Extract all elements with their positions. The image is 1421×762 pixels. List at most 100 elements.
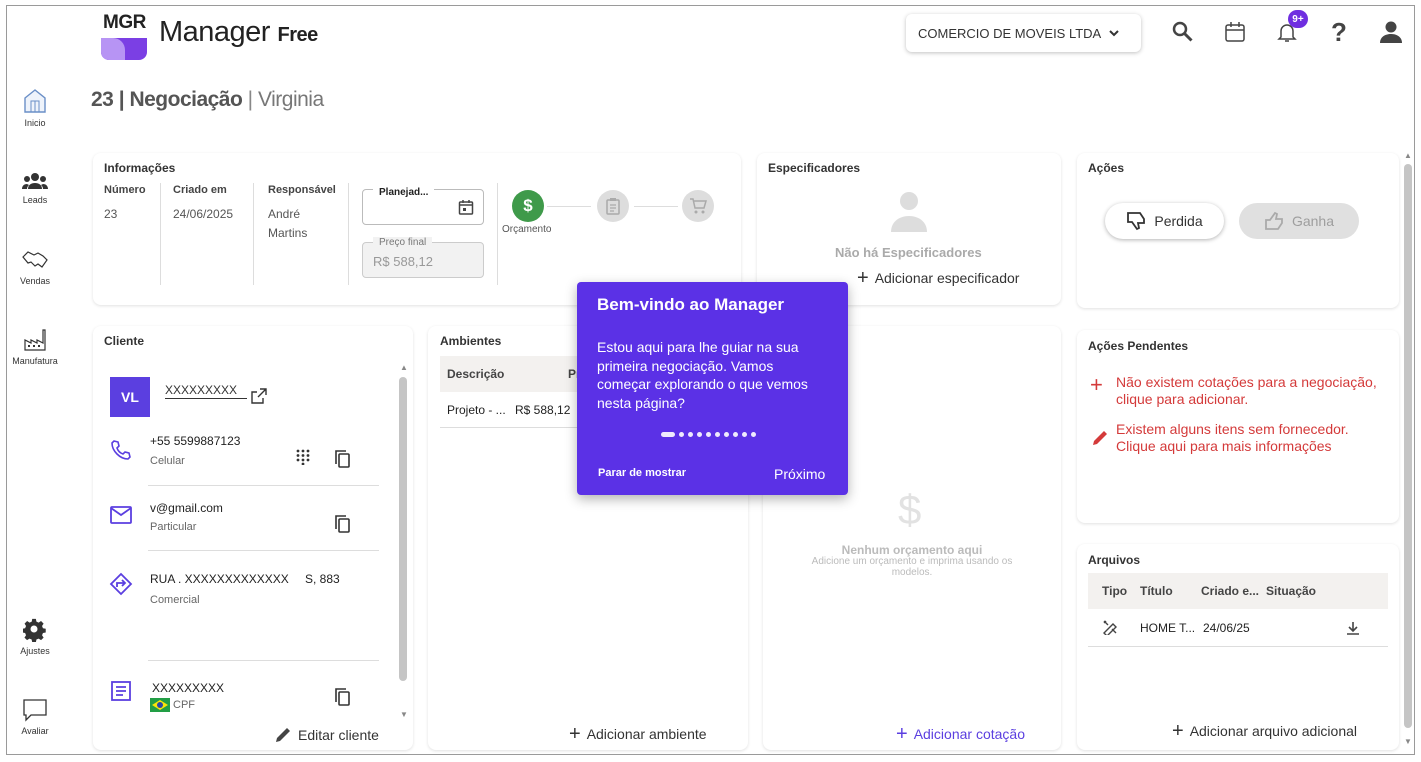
client-avatar: VL [110,377,150,417]
feedback-icon [23,699,47,722]
cliente-scrollbar[interactable] [399,377,407,681]
plus-icon: + [569,723,581,745]
logo-text: MGR [103,12,146,33]
sidebar-item-avaliar[interactable]: Avaliar [7,698,63,736]
app-logo[interactable]: MGR [97,10,151,60]
sidebar-item-label: Leads [22,195,48,205]
sidebar-item-leads[interactable]: Leads [7,171,63,205]
orcamento-empty-title: Nenhum orçamento aqui [841,543,983,557]
numero-label: Número [104,184,146,196]
ambientes-title: Ambientes [440,334,502,348]
col-tipo: Tipo [1102,584,1128,598]
client-email: v@gmail.com [150,501,223,515]
sidebar-item-manufatura[interactable]: Manufatura [7,328,63,366]
preco-final-field[interactable]: Preço final R$ 588,12 [362,237,484,278]
page-scroll-down[interactable]: ▼ [1404,737,1412,746]
perdida-button[interactable]: Perdida [1105,203,1224,239]
acoes-title: Ações [1088,161,1125,175]
row-titulo: HOME T... [1140,621,1196,635]
dollar-placeholder-icon: $ [898,486,922,533]
gear-icon [23,618,46,642]
calendar-icon [458,200,474,215]
plus-icon: + [1172,720,1184,742]
dialpad-icon[interactable] [296,449,310,465]
client-doc: XXXXXXXXX [152,681,225,695]
pending-item-fornecedor[interactable]: Existem alguns itens sem fornecedor. Cli… [1116,421,1392,455]
step-orcamento[interactable]: $ [512,190,544,222]
client-email-type: Particular [150,521,197,533]
page-scroll-up[interactable]: ▲ [1404,151,1412,160]
person-placeholder-icon [891,192,927,232]
acoes-card: Ações Perdida Ganha [1077,153,1399,308]
pencil-icon [1093,431,1107,445]
sidebar-item-vendas[interactable]: Vendas [7,248,63,286]
dollar-icon: $ [523,196,533,215]
company-selector[interactable]: COMERCIO DE MOVEIS LTDA [906,14,1141,52]
cliente-card: Cliente VL XXXXXXXXX +55 5599887123 Celu… [93,326,413,750]
info-title: Informações [104,161,176,175]
acoes-pendentes-card: Ações Pendentes + Não existem cotações p… [1077,330,1399,523]
next-button[interactable]: Próximo [774,466,825,482]
home-icon [24,89,46,113]
calendar-button[interactable] [1221,16,1249,48]
download-icon[interactable] [1346,621,1360,635]
calendar-icon [1225,22,1245,42]
table-row[interactable]: HOME T... 24/06/25 [1088,609,1388,647]
page-scrollbar[interactable] [1404,164,1412,728]
brazil-flag-icon [150,698,170,712]
page-title: 23 | Negociação | Virginia [91,88,324,111]
sidebar-item-label: Vendas [19,276,51,286]
preco-value: R$ 588,12 [373,254,433,269]
direction-icon [109,572,133,596]
criado-value: 24/06/2025 [173,207,234,221]
responsavel-label: Responsável [268,184,336,196]
copy-icon[interactable] [334,688,350,706]
open-external-icon[interactable] [251,388,267,404]
cart-icon [690,198,707,214]
clipboard-icon [606,198,620,215]
planejado-select[interactable]: Planejad... [362,187,484,225]
sidebar-item-inicio[interactable]: Inicio [7,88,63,128]
add-cotacao-link[interactable]: + Adicionar cotação [896,724,1025,744]
stop-showing-button[interactable]: Parar de mostrar [598,467,686,479]
handshake-icon [22,251,48,268]
scroll-up-arrow[interactable]: ▲ [400,363,408,372]
scroll-down-arrow[interactable]: ▼ [400,710,408,719]
sidebar-item-label: Inicio [24,118,46,128]
cliente-title: Cliente [104,334,145,348]
add-arquivo-link[interactable]: + Adicionar arquivo adicional [1172,720,1357,742]
app-window: MGR Manager Free COMERCIO DE MOVEIS LTDA… [6,5,1415,755]
help-button[interactable]: ? [1325,16,1353,48]
step-label: Orçamento [502,224,552,235]
copy-icon[interactable] [334,515,350,533]
arquivos-title: Arquivos [1088,553,1141,567]
add-ambiente-link[interactable]: + Adicionar ambiente [569,723,707,745]
chevron-down-icon [1109,30,1119,37]
edit-client-link[interactable]: Editar cliente [274,726,379,744]
pending-item-cotacoes[interactable]: Não existem cotações para a negociação, … [1116,374,1392,408]
search-button[interactable] [1169,16,1197,48]
people-icon [22,173,48,189]
thumbs-up-icon [1265,211,1283,230]
copy-icon[interactable] [334,450,350,468]
sidebar-item-label: Avaliar [21,726,49,736]
arquivos-table-header: Tipo Título Criado e... Situação [1088,573,1388,609]
sidebar-item-ajustes[interactable]: Ajustes [7,618,63,656]
onboarding-tooltip: Bem-vindo ao Manager Estou aqui para lhe… [577,282,848,495]
add-especificador-link[interactable]: + Adicionar especificador [857,268,1019,288]
responsavel-value: André Martins [268,207,308,240]
user-menu-button[interactable] [1377,16,1405,48]
mail-icon [110,506,132,524]
pencil-icon [276,728,290,742]
factory-icon [24,329,46,351]
tooltip-body: Estou aqui para lhe guiar na sua primeir… [597,339,808,411]
ganha-button[interactable]: Ganha [1239,203,1359,239]
col-criado: Criado e... [1201,584,1260,598]
notification-badge: 9+ [1288,10,1308,28]
row-preco: R$ 588,12 [515,403,571,417]
client-name-link[interactable]: XXXXXXXXX [165,383,247,399]
user-icon [1380,21,1402,43]
step-compra[interactable] [682,190,714,222]
notifications-button[interactable]: 9+ [1273,10,1308,48]
step-pedido[interactable] [597,190,629,222]
